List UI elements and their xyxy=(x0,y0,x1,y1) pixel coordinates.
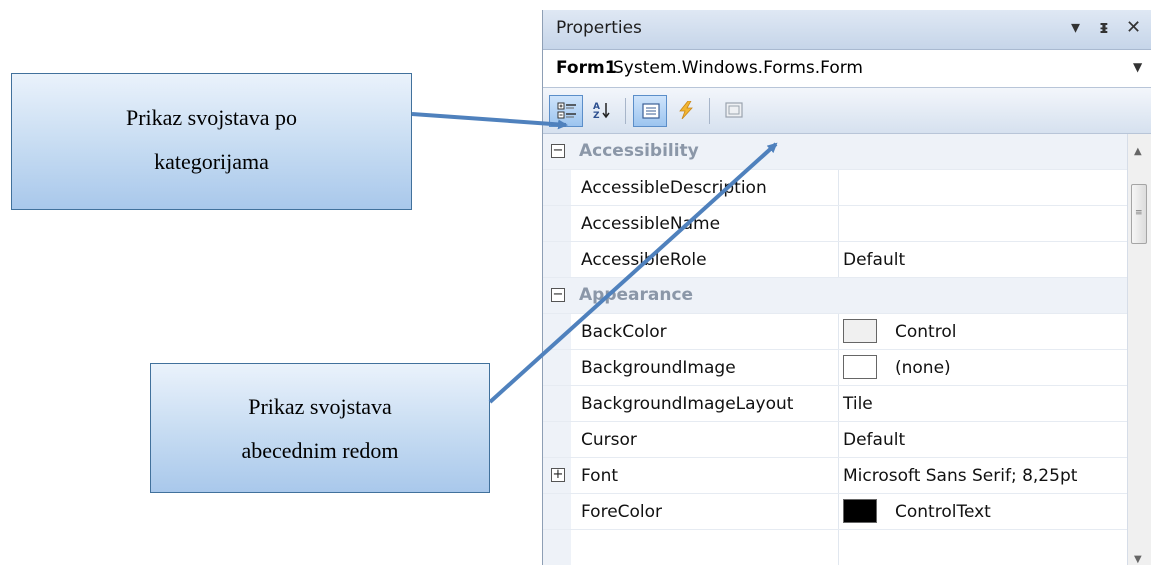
toolbar-separator xyxy=(625,98,626,124)
column-divider xyxy=(838,350,839,385)
property-pages-button[interactable] xyxy=(717,95,751,127)
window-position-dropdown-icon[interactable]: ▾ xyxy=(1071,17,1080,38)
scroll-thumb[interactable]: ≡ xyxy=(1131,184,1147,244)
properties-icon xyxy=(642,103,660,119)
row-gutter xyxy=(543,314,571,349)
callout-alphabetical-line-2: abecednim redom xyxy=(241,438,399,463)
property-row[interactable]: ForeColor ControlText xyxy=(543,494,1127,530)
object-name: Form1 xyxy=(556,58,617,78)
property-row[interactable]: BackgroundImage (none) xyxy=(543,350,1127,386)
row-gutter xyxy=(543,494,571,529)
row-gutter xyxy=(543,422,571,457)
property-value[interactable]: Default xyxy=(843,430,905,450)
image-swatch xyxy=(843,355,877,379)
column-divider xyxy=(838,170,839,205)
property-value[interactable]: (none) xyxy=(895,358,951,378)
row-gutter xyxy=(543,386,571,421)
panel-titlebar: Properties ▾ ᵻ ✕ xyxy=(543,10,1151,50)
property-pages-icon xyxy=(725,102,743,118)
alphabetical-icon: A Z xyxy=(593,102,610,119)
callout-categorized-line-2: kategorijama xyxy=(154,149,269,174)
category-row-accessibility[interactable]: − Accessibility xyxy=(543,134,1127,170)
alphabetical-button[interactable]: A Z xyxy=(585,95,619,127)
property-row[interactable]: BackgroundImageLayout Tile xyxy=(543,386,1127,422)
vertical-scrollbar[interactable]: ▲ ≡ ▼ xyxy=(1127,134,1151,565)
svg-text:Z: Z xyxy=(593,111,600,119)
scroll-down-icon[interactable]: ▼ xyxy=(1134,554,1142,565)
properties-toolbar: A Z xyxy=(543,88,1151,134)
events-icon xyxy=(679,101,693,119)
property-name: AccessibleRole xyxy=(581,250,707,270)
row-gutter xyxy=(543,530,571,565)
collapse-icon[interactable]: − xyxy=(551,144,565,158)
row-gutter xyxy=(543,242,571,277)
column-divider xyxy=(838,494,839,529)
row-gutter xyxy=(543,350,571,385)
property-row[interactable]: Cursor Default xyxy=(543,422,1127,458)
property-name: BackgroundImageLayout xyxy=(581,394,794,414)
property-name: Font xyxy=(581,466,619,486)
property-value[interactable]: ControlText xyxy=(895,502,991,522)
color-swatch xyxy=(843,499,877,523)
property-name: Cursor xyxy=(581,430,637,450)
properties-button[interactable] xyxy=(633,95,667,127)
property-value[interactable]: Tile xyxy=(843,394,873,414)
property-row[interactable]: AccessibleRole Default xyxy=(543,242,1127,278)
property-value[interactable]: Control xyxy=(895,322,956,342)
column-divider xyxy=(838,314,839,349)
property-row-partial[interactable] xyxy=(543,530,1127,565)
property-name: AccessibleDescription xyxy=(581,178,767,198)
property-name: ForeColor xyxy=(581,502,663,522)
collapse-icon[interactable]: − xyxy=(551,288,565,302)
events-button[interactable] xyxy=(669,95,703,127)
chevron-down-icon[interactable]: ▼ xyxy=(1133,60,1142,74)
column-divider xyxy=(838,422,839,457)
properties-panel: Properties ▾ ᵻ ✕ Form1 System.Windows.Fo… xyxy=(542,10,1151,565)
panel-title: Properties xyxy=(556,18,642,38)
expand-icon[interactable]: + xyxy=(551,468,565,482)
column-divider xyxy=(838,206,839,241)
row-gutter xyxy=(543,170,571,205)
pin-icon[interactable]: ᵻ xyxy=(1099,17,1109,38)
close-icon[interactable]: ✕ xyxy=(1126,17,1141,38)
property-row[interactable]: AccessibleName xyxy=(543,206,1127,242)
categorized-icon xyxy=(557,102,576,119)
grip-icon: ≡ xyxy=(1135,208,1143,218)
property-name: AccessibleName xyxy=(581,214,721,234)
callout-categorized: Prikaz svojstava po kategorijama xyxy=(11,73,412,210)
object-selector[interactable]: Form1 System.Windows.Forms.Form ▼ xyxy=(543,50,1151,88)
categorized-button[interactable] xyxy=(549,95,583,127)
object-type: System.Windows.Forms.Form xyxy=(613,58,863,78)
column-divider xyxy=(838,242,839,277)
callout-alphabetical-line-1: Prikaz svojstava xyxy=(248,394,392,419)
category-row-appearance[interactable]: − Appearance xyxy=(543,278,1127,314)
category-label: Appearance xyxy=(579,285,694,305)
property-grid: − Accessibility AccessibleDescription Ac… xyxy=(543,134,1127,565)
property-value[interactable]: Default xyxy=(843,250,905,270)
callout-categorized-line-1: Prikaz svojstava po xyxy=(125,105,298,130)
category-label: Accessibility xyxy=(579,141,699,161)
column-divider xyxy=(838,530,839,565)
column-divider xyxy=(838,458,839,493)
scroll-up-icon[interactable]: ▲ xyxy=(1134,146,1142,157)
color-swatch xyxy=(843,319,877,343)
column-divider xyxy=(838,386,839,421)
property-row[interactable]: + Font Microsoft Sans Serif; 8,25pt xyxy=(543,458,1127,494)
property-row[interactable]: BackColor Control xyxy=(543,314,1127,350)
property-name: BackgroundImage xyxy=(581,358,736,378)
toolbar-separator xyxy=(709,98,710,124)
property-value[interactable]: Microsoft Sans Serif; 8,25pt xyxy=(843,466,1077,486)
row-gutter xyxy=(543,206,571,241)
property-name: BackColor xyxy=(581,322,667,342)
property-row[interactable]: AccessibleDescription xyxy=(543,170,1127,206)
callout-alphabetical: Prikaz svojstava abecednim redom xyxy=(150,363,490,493)
